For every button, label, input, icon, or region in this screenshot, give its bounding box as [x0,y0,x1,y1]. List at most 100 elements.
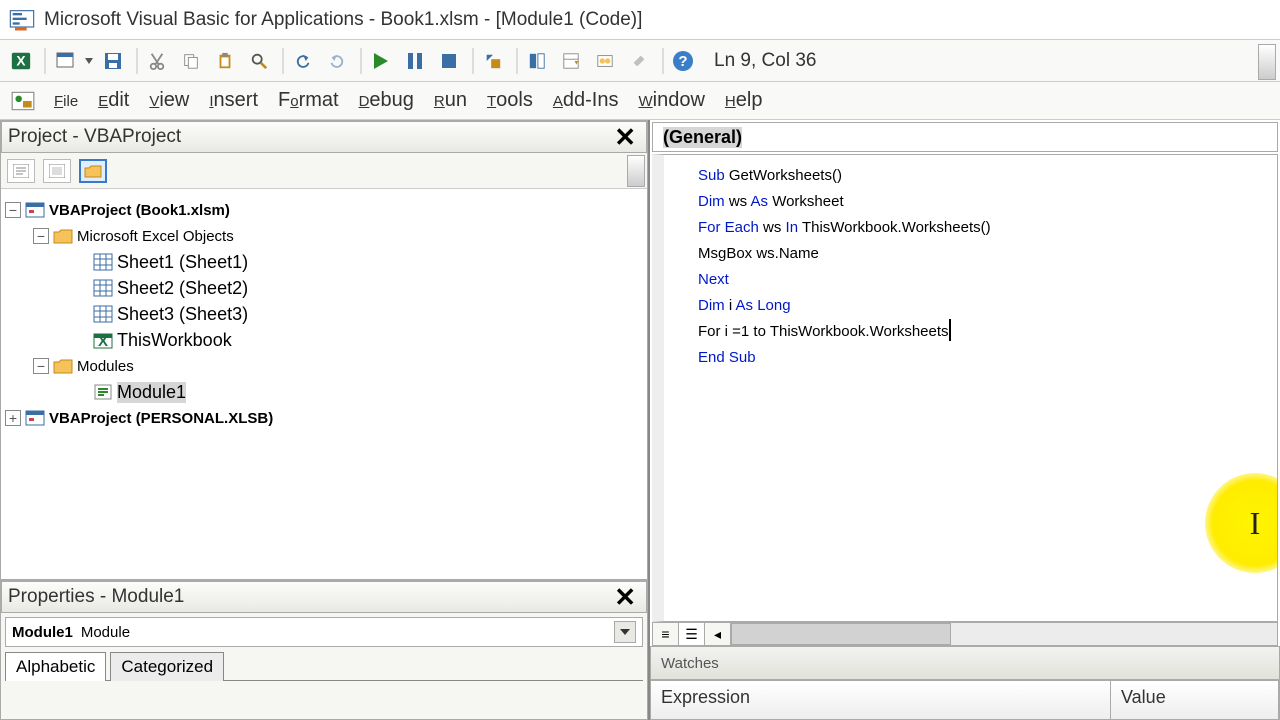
toggle-folders-button[interactable] [79,159,107,183]
menu-edit[interactable]: Edit [88,85,139,116]
folder-icon [53,227,73,245]
highlight-overlay: I [1205,473,1278,573]
titlebar: Microsoft Visual Basic for Applications … [0,0,1280,40]
save-button[interactable] [98,46,128,76]
menu-window[interactable]: Window [628,85,714,116]
watches-grid[interactable]: Expression Value [650,680,1280,720]
properties-button[interactable] [556,46,586,76]
vba-app-icon [8,6,36,34]
view-object-button[interactable] [43,159,71,183]
toolbar-overflow[interactable] [1258,44,1276,80]
horizontal-scrollbar[interactable] [731,623,1277,645]
text-cursor [949,319,951,341]
run-button[interactable] [366,46,396,76]
watches-col-expression[interactable]: Expression [651,681,1111,719]
project-toolbar [1,153,647,189]
properties-pane: Properties - Module1 ✕ Module1 Module Al… [0,580,648,720]
help-button[interactable]: ? [668,46,698,76]
reset-button[interactable] [434,46,464,76]
ibeam-cursor-icon: I [1250,510,1261,536]
collapse-icon[interactable]: − [5,202,21,218]
scroll-left-button[interactable]: ◂ [705,623,731,645]
svg-text:X: X [98,333,108,349]
properties-tabs: Alphabetic Categorized [5,651,643,681]
menu-debug[interactable]: Debug [349,85,424,116]
project-explorer-title: Project - VBAProject [8,126,610,148]
break-button[interactable] [400,46,430,76]
project-tree[interactable]: −VBAProject (Book1.xlsm) −Microsoft Exce… [1,189,647,579]
menubar: File Edit View Insert Format Debug Run T… [0,82,1280,120]
menu-help[interactable]: Help [715,85,773,116]
properties-header: Properties - Module1 ✕ [1,581,647,613]
vbaproject-icon [25,409,45,427]
code-object-label: (General) [663,127,742,148]
properties-title: Properties - Module1 [8,586,610,608]
tree-module1[interactable]: Module1 [117,382,186,403]
folder-icon [53,357,73,375]
standard-toolbar: X ? Ln 9, Col 36 [0,40,1280,82]
cursor-position: Ln 9, Col 36 [714,50,816,72]
redo-button[interactable] [322,46,352,76]
project-root-2[interactable]: VBAProject (PERSONAL.XLSB) [49,410,273,427]
cut-button[interactable] [142,46,172,76]
insert-userform-button[interactable] [50,46,80,76]
view-code-button[interactable] [7,159,35,183]
copy-button[interactable] [176,46,206,76]
properties-obj-name: Module1 [12,624,73,641]
tree-thisworkbook[interactable]: ThisWorkbook [117,330,232,351]
project-toolbar-overflow[interactable] [627,155,645,187]
paste-button[interactable] [210,46,240,76]
tab-alphabetic[interactable]: Alphabetic [5,652,106,681]
code-editor[interactable]: Sub GetWorksheets() Dim ws As Worksheet … [652,154,1278,622]
svg-text:X: X [16,53,26,68]
tree-sheet3[interactable]: Sheet3 (Sheet3) [117,304,248,325]
worksheet-icon [93,253,113,271]
code-view-controls: ≡ ☰ ◂ [652,622,1278,646]
tab-categorized[interactable]: Categorized [110,652,224,681]
svg-text:?: ? [678,53,687,70]
collapse-icon[interactable]: − [33,228,49,244]
menu-format[interactable]: Format [268,85,349,116]
vbaproject-icon [25,201,45,219]
menu-view[interactable]: View [139,85,199,116]
menu-tools[interactable]: Tools [477,85,543,116]
dropdown-icon[interactable] [614,621,636,643]
watches-title: Watches [661,655,719,672]
find-button[interactable] [244,46,274,76]
thisworkbook-icon: X [93,331,113,349]
menu-addins[interactable]: Add-Ins [543,85,629,116]
watches-header: Watches [650,646,1280,680]
project-explorer-header: Project - VBAProject ✕ [1,121,647,153]
worksheet-icon [93,279,113,297]
collapse-icon[interactable]: − [33,358,49,374]
excel-icon[interactable]: X [6,46,36,76]
folder-modules[interactable]: Modules [77,358,134,375]
watches-col-value[interactable]: Value [1111,681,1279,719]
project-explorer-close[interactable]: ✕ [610,122,640,153]
toolbox-button[interactable] [624,46,654,76]
full-module-view-button[interactable]: ☰ [679,623,705,645]
code-object-dropdown[interactable]: (General) [652,122,1278,152]
tree-sheet1[interactable]: Sheet1 (Sheet1) [117,252,248,273]
module-icon [93,383,113,401]
properties-obj-type: Module [81,624,130,641]
worksheet-icon [93,305,113,323]
menu-run[interactable]: Run [424,85,477,116]
project-explorer-button[interactable] [522,46,552,76]
project-root-1[interactable]: VBAProject (Book1.xlsm) [49,202,230,219]
module-icon [10,88,36,114]
tree-sheet2[interactable]: Sheet2 (Sheet2) [117,278,248,299]
folder-excel-objects[interactable]: Microsoft Excel Objects [77,228,234,245]
design-mode-button[interactable] [478,46,508,76]
properties-object-selector[interactable]: Module1 Module [5,617,643,647]
expand-icon[interactable]: + [5,410,21,426]
window-title: Microsoft Visual Basic for Applications … [44,9,642,31]
procedure-view-button[interactable]: ≡ [653,623,679,645]
menu-insert[interactable]: Insert [199,85,268,116]
insert-dropdown[interactable] [84,58,94,64]
object-browser-button[interactable] [590,46,620,76]
project-explorer: Project - VBAProject ✕ −VBAProject (Book… [0,120,648,580]
menu-file[interactable]: File [44,85,88,116]
undo-button[interactable] [288,46,318,76]
properties-close[interactable]: ✕ [610,582,640,613]
